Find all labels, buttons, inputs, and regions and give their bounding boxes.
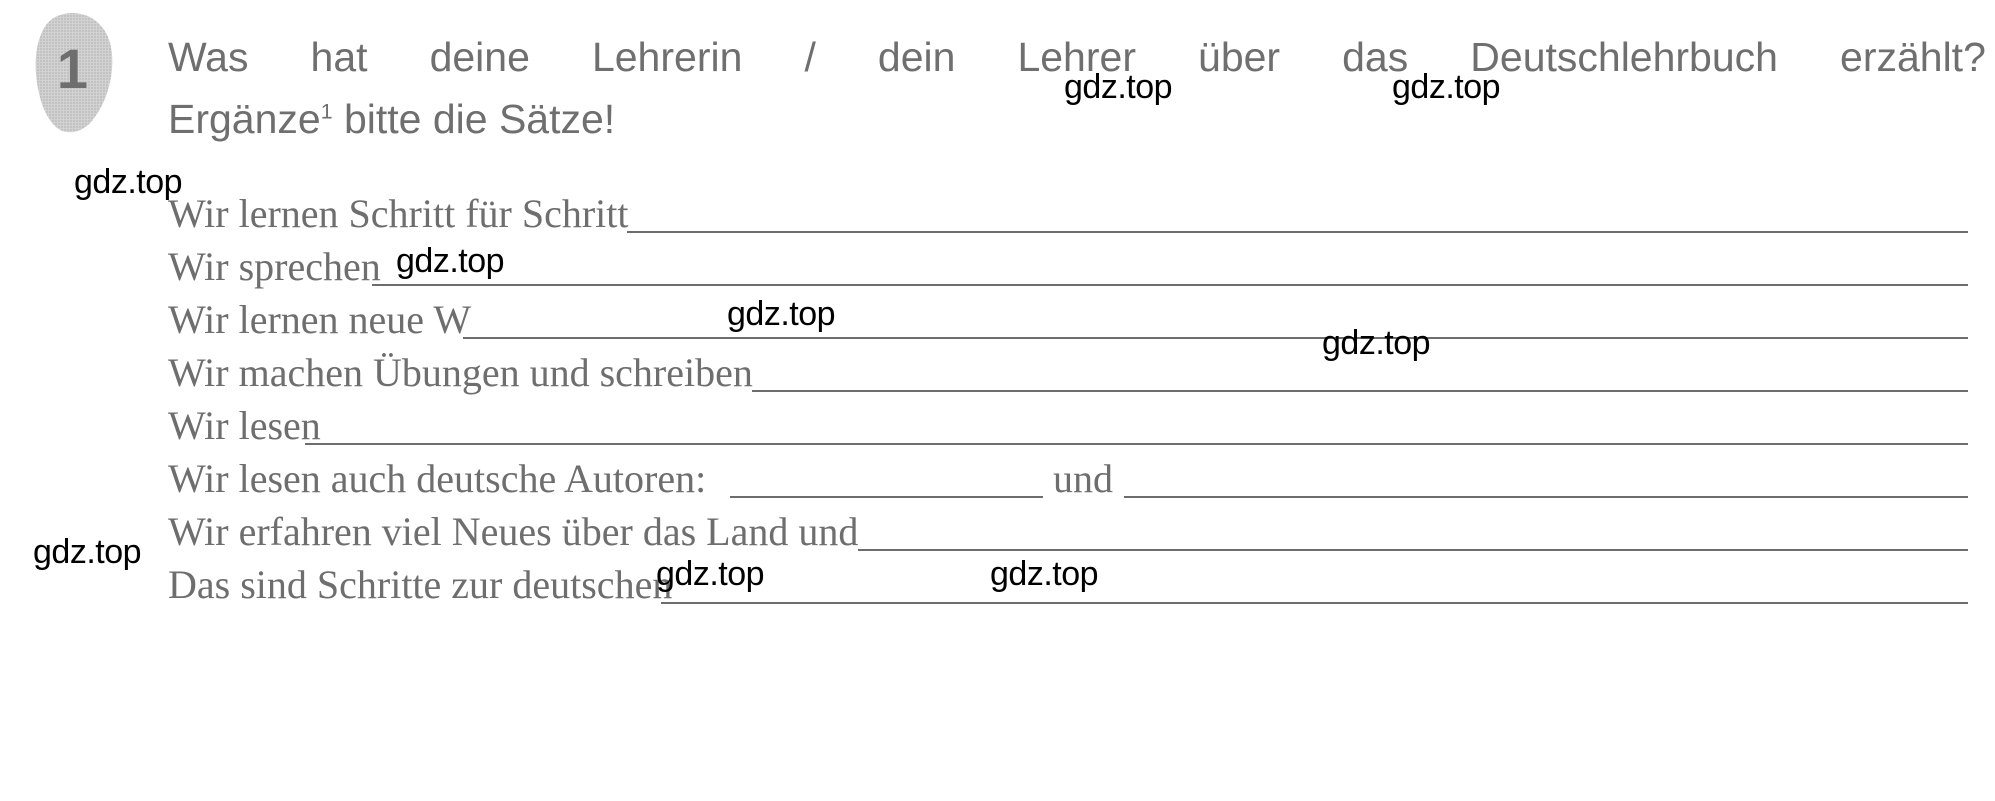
sentence-conjunction: und bbox=[1053, 456, 1113, 501]
prompt-word: Was bbox=[168, 34, 249, 80]
watermark-label: gdz.top bbox=[396, 242, 505, 280]
answer-blank[interactable] bbox=[858, 549, 1968, 551]
sentence-text: Wir machen Übungen und schreiben bbox=[168, 350, 753, 395]
sentence-row: Wir lernen Schritt für Schritt bbox=[0, 190, 1995, 243]
sentence-row: Wir machen Übungen und schreiben bbox=[0, 349, 1995, 402]
sentence-list: Wir lernen Schritt für Schritt Wir sprech… bbox=[0, 190, 1995, 614]
watermark-label: gdz.top bbox=[74, 163, 183, 201]
exercise-number-label: 1 bbox=[56, 36, 88, 100]
sentence-text: Wir lernen Schritt für Schritt bbox=[168, 191, 629, 236]
answer-blank[interactable] bbox=[627, 231, 1968, 233]
sentence-row: Wir erfahren viel Neues über das Land un… bbox=[0, 508, 1995, 561]
watermark-label: gdz.top bbox=[990, 555, 1099, 593]
sentence-text: Wir lesen bbox=[168, 403, 321, 448]
sentence-text: Wir sprechen bbox=[168, 244, 381, 289]
sentence-row: Wir lesen auch deutsche Autoren: und bbox=[0, 455, 1995, 508]
answer-blank[interactable] bbox=[752, 390, 1968, 392]
sentence-text: Wir lesen auch deutsche Autoren: bbox=[168, 456, 707, 501]
sentence-row: Wir lesen bbox=[0, 402, 1995, 455]
answer-blank[interactable] bbox=[661, 602, 1968, 604]
exercise-number-badge: 1 bbox=[28, 12, 116, 134]
answer-blank[interactable] bbox=[372, 284, 1968, 286]
prompt-word: Deutschlehrbuch bbox=[1470, 34, 1778, 80]
answer-blank-secondary[interactable] bbox=[1124, 496, 1968, 498]
sentence-text: Wir lernen neue W bbox=[168, 297, 472, 342]
watermark-label: gdz.top bbox=[1064, 68, 1173, 106]
watermark-label: gdz.top bbox=[33, 533, 142, 571]
watermark-label: gdz.top bbox=[656, 555, 765, 593]
prompt-word: Lehrerin bbox=[591, 34, 743, 80]
prompt-word: erzählt? bbox=[1840, 34, 1986, 80]
prompt-word: dein bbox=[877, 34, 956, 80]
prompt-word: / bbox=[804, 34, 816, 80]
answer-blank[interactable] bbox=[730, 496, 1043, 498]
prompt-word: über bbox=[1198, 34, 1281, 80]
prompt-word: hat bbox=[310, 34, 368, 80]
answer-blank[interactable] bbox=[463, 337, 1968, 339]
exercise-prompt-line2-tail: bitte die Sätze! bbox=[332, 96, 616, 142]
prompt-word: deine bbox=[429, 34, 530, 80]
exercise-prompt-line2-text: Ergänze bbox=[168, 96, 321, 142]
answer-blank[interactable] bbox=[305, 443, 1968, 445]
sentence-text: Wir erfahren viel Neues über das Land un… bbox=[168, 509, 859, 554]
sentence-row: Wir lernen neue W bbox=[0, 296, 1995, 349]
watermark-label: gdz.top bbox=[1322, 324, 1431, 362]
watermark-label: gdz.top bbox=[727, 295, 836, 333]
sentence-text: Das sind Schritte zur deutschen bbox=[168, 562, 673, 607]
sentence-row: Wir sprechen bbox=[0, 243, 1995, 296]
footnote-marker: 1 bbox=[320, 99, 333, 124]
watermark-label: gdz.top bbox=[1392, 68, 1501, 106]
